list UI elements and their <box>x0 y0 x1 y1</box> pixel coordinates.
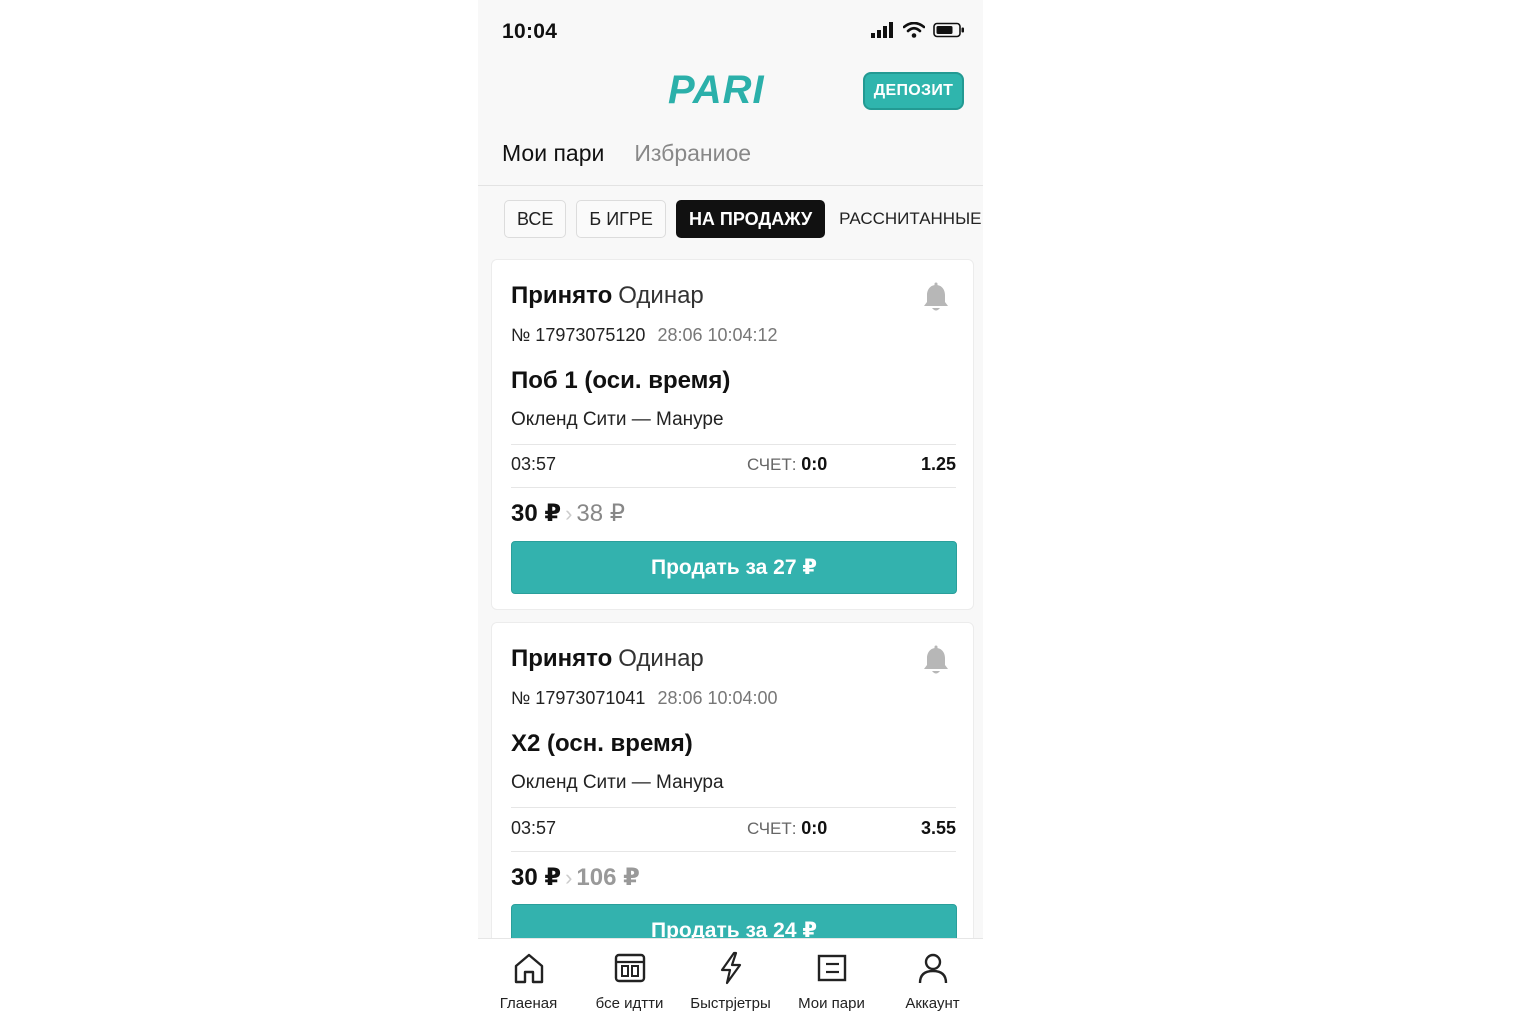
deposit-button[interactable]: ДЕПОЗИТ <box>863 72 964 110</box>
tab-my-bets[interactable]: Мои пари <box>502 140 604 167</box>
nav-label: бсе идтти <box>595 995 664 1012</box>
stake-amount: 30 ₽ <box>511 864 562 891</box>
bell-icon[interactable] <box>921 282 951 314</box>
bet-card[interactable]: Принято Одинар № 17973075120 28:06 10:04:1… <box>491 259 974 610</box>
divider <box>511 487 956 488</box>
bet-card[interactable]: Принято Одинар № 17973071041 28:06 10:04:0… <box>491 622 974 962</box>
match-time: 03:57 <box>511 818 557 838</box>
stake-amount: 30 ₽ <box>511 500 562 527</box>
battery-icon <box>933 22 964 38</box>
home-icon <box>514 953 543 984</box>
bet-number: № 17973075120 <box>511 325 646 345</box>
payout-amount: 106 ₽ <box>576 864 640 891</box>
amounts-row: 30 ₽ › 38 ₽ <box>511 499 625 528</box>
filter-settled[interactable]: РАССНИТАННЫЕ <box>835 200 983 238</box>
filter-all[interactable]: ВСЕ <box>504 200 567 238</box>
sell-button[interactable]: Продать за 27 ₽ <box>511 541 957 594</box>
lightning-icon <box>720 951 741 985</box>
nav-account[interactable]: Аккаунт <box>882 939 983 1024</box>
score-value: 0:0 <box>801 454 828 474</box>
status-time: 10:04 <box>502 20 558 43</box>
bet-meta: № 17973071041 28:06 10:04:00 <box>511 688 778 709</box>
divider <box>511 444 956 445</box>
account-icon <box>918 953 947 984</box>
match-time: 03:57 <box>511 454 557 474</box>
bet-datetime: 28:06 10:04:00 <box>657 688 778 708</box>
bet-name: Х2 (осн. время) <box>511 730 693 757</box>
pari-logo: PARI <box>668 68 765 112</box>
status-bar: 10:04 <box>478 0 983 60</box>
bell-icon[interactable] <box>921 645 951 677</box>
score: СЧЕТ: 0:0 <box>747 454 827 475</box>
main-tabs: Мои пари Избраниое <box>502 140 751 167</box>
live-info-row: 03:57 СЧЕТ: 0:0 3.55 <box>511 814 956 844</box>
live-info-row: 03:57 СЧЕТ: 0:0 1.25 <box>511 450 956 480</box>
bet-status: Принято <box>511 645 613 672</box>
tabs-divider <box>478 185 983 186</box>
bottom-nav: Глаеная бсе идтти Быстрјетры Мои пари Ак… <box>478 938 983 1024</box>
filter-in-play[interactable]: Б ИГРЕ <box>576 200 666 238</box>
tab-favorites[interactable]: Избраниое <box>634 140 751 167</box>
status-icons <box>871 22 965 38</box>
chevron-right-icon: › <box>565 865 573 890</box>
match-name: Окленд Сити — Манура <box>511 772 724 793</box>
signal-icon <box>871 22 893 38</box>
payout-amount: 38 ₽ <box>576 500 626 527</box>
bet-type: Одинар <box>618 282 704 309</box>
filter-bar: ВСЕ Б ИГРЕ НА ПРОДАЖУ РАССНИТАННЫЕ <box>504 200 983 238</box>
odds: 1.25 <box>920 454 956 474</box>
bet-status: Принято <box>511 282 613 309</box>
score-label: СЧЕТ: <box>747 819 797 838</box>
nav-home[interactable]: Глаеная <box>478 939 579 1024</box>
bet-number: № 17973071041 <box>511 688 646 708</box>
bet-meta: № 17973075120 28:06 10:04:12 <box>511 325 778 346</box>
nav-events[interactable]: бсе идтти <box>579 939 680 1024</box>
bet-status-line: Принято Одинар <box>511 645 704 673</box>
bet-status-line: Принято Одинар <box>511 282 704 310</box>
nav-quick-bets[interactable]: Быстрјетры <box>680 939 781 1024</box>
nav-my-bets[interactable]: Мои пари <box>781 939 882 1024</box>
odds: 3.55 <box>920 818 956 838</box>
filter-for-sale[interactable]: НА ПРОДАЖУ <box>675 200 826 238</box>
nav-label: Глаеная <box>499 995 558 1012</box>
events-icon <box>614 953 645 983</box>
score-value: 0:0 <box>801 818 828 838</box>
score-label: СЧЕТ: <box>747 455 797 474</box>
divider <box>511 851 956 852</box>
amounts-row: 30 ₽ › 106 ₽ <box>511 863 640 892</box>
bet-name: Поб 1 (оси. время) <box>511 367 731 394</box>
phone-screen: 10:04 PARI ДЕПОЗИТ Мои пари Избраниое ВС… <box>478 0 983 1024</box>
app-header: PARI ДЕПОЗИТ <box>478 60 983 124</box>
wifi-icon <box>903 22 925 38</box>
bet-datetime: 28:06 10:04:12 <box>657 325 778 345</box>
nav-label: Аккаунт <box>905 995 960 1012</box>
score: СЧЕТ: 0:0 <box>747 818 827 839</box>
bet-type: Одинар <box>618 645 704 672</box>
divider <box>511 807 956 808</box>
match-name: Окленд Сити — Мануре <box>511 409 724 430</box>
nav-label: Быстрјетры <box>690 995 771 1012</box>
nav-label: Мои пари <box>798 995 865 1012</box>
my-bets-icon <box>817 954 846 982</box>
chevron-right-icon: › <box>565 501 573 526</box>
